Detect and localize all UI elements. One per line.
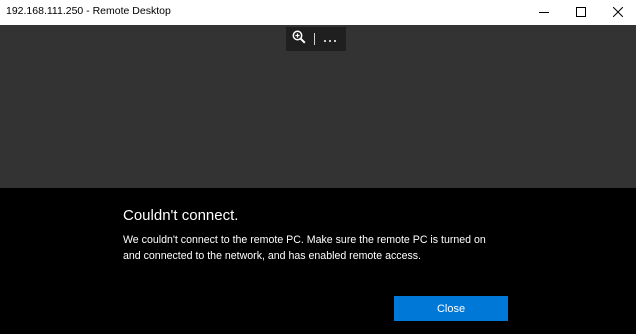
window-title: 192.168.111.250 - Remote Desktop: [6, 5, 171, 17]
remote-session-area: [0, 25, 636, 188]
toolbar-separator: [314, 33, 315, 45]
more-icon: [323, 30, 337, 48]
more-options-button[interactable]: [319, 27, 341, 51]
minimize-button[interactable]: [526, 0, 562, 25]
close-button[interactable]: Close: [394, 296, 508, 321]
dialog-message: We couldn't connect to the remote PC. Ma…: [123, 234, 486, 262]
close-window-button[interactable]: [600, 0, 636, 25]
dialog-title: Couldn't connect.: [123, 207, 239, 224]
maximize-icon: [576, 4, 586, 22]
minimize-icon: [539, 4, 549, 22]
error-dialog: Couldn't connect. We couldn't connect to…: [0, 188, 636, 334]
close-icon: [612, 4, 624, 22]
connection-toolbar: [286, 27, 346, 51]
maximize-button[interactable]: [563, 0, 599, 25]
title-bar: 192.168.111.250 - Remote Desktop: [0, 0, 636, 25]
zoom-button[interactable]: [286, 27, 312, 51]
zoom-in-icon: [292, 30, 306, 49]
